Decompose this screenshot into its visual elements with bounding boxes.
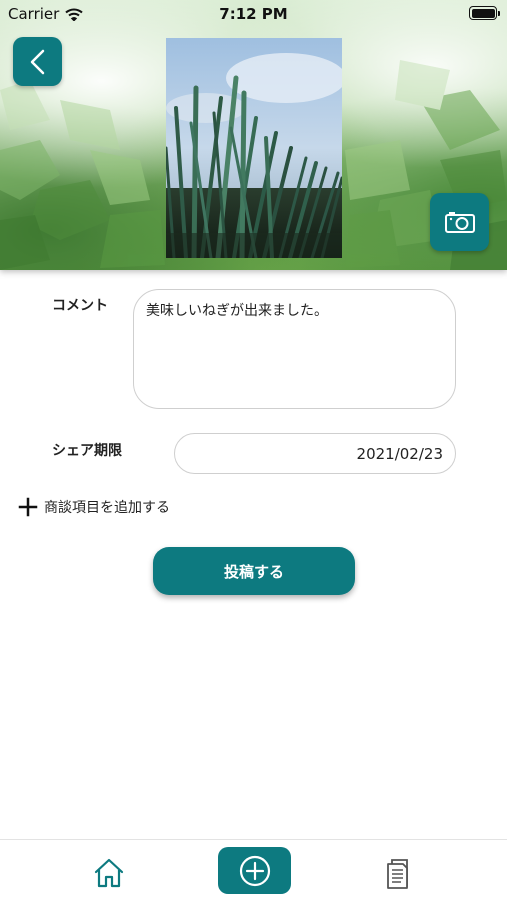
status-time: 7:12 PM xyxy=(219,5,288,23)
share-period-label: シェア期限 xyxy=(52,443,122,459)
post-button[interactable]: 投稿する xyxy=(153,547,355,595)
document-icon xyxy=(387,859,408,889)
add-business-item-button[interactable]: 商談項目を追加する xyxy=(18,497,170,517)
camera-button[interactable] xyxy=(430,193,489,251)
chevron-left-icon xyxy=(30,49,44,74)
header-image-area xyxy=(0,0,507,270)
battery-icon xyxy=(469,6,500,20)
plus-icon xyxy=(18,497,38,517)
tab-home[interactable] xyxy=(92,856,126,890)
camera-icon xyxy=(444,212,475,233)
comment-label: コメント xyxy=(52,298,108,314)
plus-circle-icon xyxy=(239,855,270,886)
comment-textarea[interactable]: 美味しいねぎが出来ました。 xyxy=(133,289,456,409)
tab-add-post[interactable] xyxy=(218,847,291,894)
share-period-date-field[interactable]: 2021/02/23 xyxy=(174,433,456,474)
add-business-item-label: 商談項目を追加する xyxy=(44,500,170,516)
tab-documents[interactable] xyxy=(383,856,415,890)
post-screen: Carrier 7:12 PM コメント 美味しいねぎが出来ました。 シェア期限… xyxy=(0,0,507,900)
tab-bar xyxy=(0,839,507,900)
status-bar: Carrier 7:12 PM xyxy=(0,0,507,28)
back-button[interactable] xyxy=(13,37,62,86)
home-icon xyxy=(94,858,124,888)
post-photo xyxy=(166,38,342,258)
